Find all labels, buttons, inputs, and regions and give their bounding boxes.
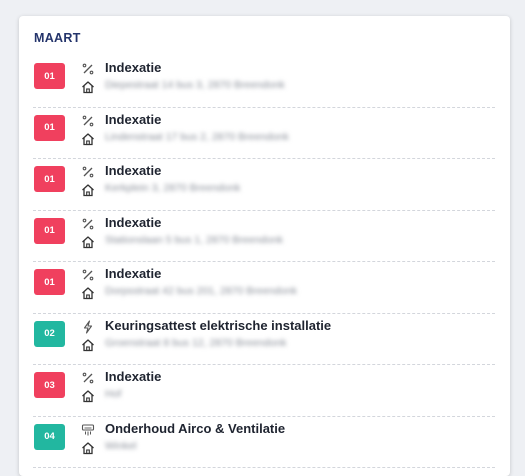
day-badge: 02 (34, 320, 65, 347)
task-list: 01 Indexatie Diepestraat 14 bus 3, 2870 Br… (33, 56, 495, 468)
home-icon (81, 338, 95, 352)
task-title: Indexatie (105, 60, 162, 75)
home-icon (81, 132, 95, 146)
percent-icon (81, 62, 95, 76)
day-badge: 03 (34, 372, 65, 398)
percent-icon (81, 371, 95, 385)
percent-icon (81, 114, 95, 128)
task-title: Indexatie (105, 266, 162, 281)
task-row[interactable]: 01 Indexatie Kerkplein 3, 2870 Breendonk (33, 159, 495, 211)
task-title: Onderhoud Airco & Ventilatie (105, 420, 286, 436)
task-address: Hof (105, 388, 122, 400)
home-icon (81, 235, 95, 249)
month-heading: MAART (34, 31, 81, 45)
task-title: Indexatie (105, 214, 162, 230)
task-row[interactable]: 03 Indexatie Hof (33, 365, 495, 417)
task-row[interactable]: 01 Indexatie Diepestraat 14 bus 3, 2870 Br… (33, 56, 495, 108)
day-badge: 01 (34, 114, 65, 141)
task-address: Kerkplein 3, 2870 Breendonk (105, 182, 241, 194)
lightning-icon (81, 319, 95, 334)
task-row[interactable]: 01 Indexatie Stationslaan 5 bus 1, 2870 Br… (33, 211, 495, 262)
day-badge: 01 (34, 166, 65, 192)
task-title: Indexatie (105, 369, 162, 384)
calendar-card: MAART 01 Indexatie Diepestraat 14 bus 3, 2… (19, 16, 510, 476)
task-title: Indexatie (105, 163, 162, 178)
percent-icon (81, 165, 95, 179)
task-title: Keuringsattest elektrische installatie (105, 317, 332, 333)
home-icon (81, 441, 95, 455)
task-address: Lindenstraat 17 bus 2, 2870 Breendonk (105, 130, 289, 143)
home-icon (81, 286, 95, 300)
home-icon (81, 183, 95, 197)
task-row[interactable]: 01 Indexatie Lindenstraat 17 bus 2, 2870 B… (33, 108, 495, 159)
aircon-icon (81, 423, 95, 437)
home-icon (81, 80, 95, 94)
day-badge: 04 (34, 423, 65, 450)
task-title: Indexatie (105, 111, 162, 127)
day-badge: 01 (34, 63, 65, 89)
home-icon (81, 389, 95, 403)
task-address: Winkel (105, 439, 137, 452)
task-address: Diepestraat 14 bus 3, 2870 Breendonk (105, 79, 285, 91)
task-row[interactable]: 04 Onderhoud Airco & Ventilatie Winkel (33, 417, 495, 468)
task-address: Groenstraat 8 bus 12, 2870 Breendonk (105, 336, 287, 349)
percent-icon (81, 268, 95, 282)
day-badge: 01 (34, 269, 65, 295)
task-address: Stationslaan 5 bus 1, 2870 Breendonk (105, 233, 284, 246)
task-address: Dorpsstraat 42 bus 201, 2870 Breendonk (105, 285, 298, 297)
task-row[interactable]: 01 Indexatie Dorpsstraat 42 bus 201, 2870 … (33, 262, 495, 314)
percent-icon (81, 217, 95, 231)
task-row[interactable]: 02 Keuringsattest elektrische installatie… (33, 314, 495, 365)
day-badge: 01 (34, 217, 65, 244)
